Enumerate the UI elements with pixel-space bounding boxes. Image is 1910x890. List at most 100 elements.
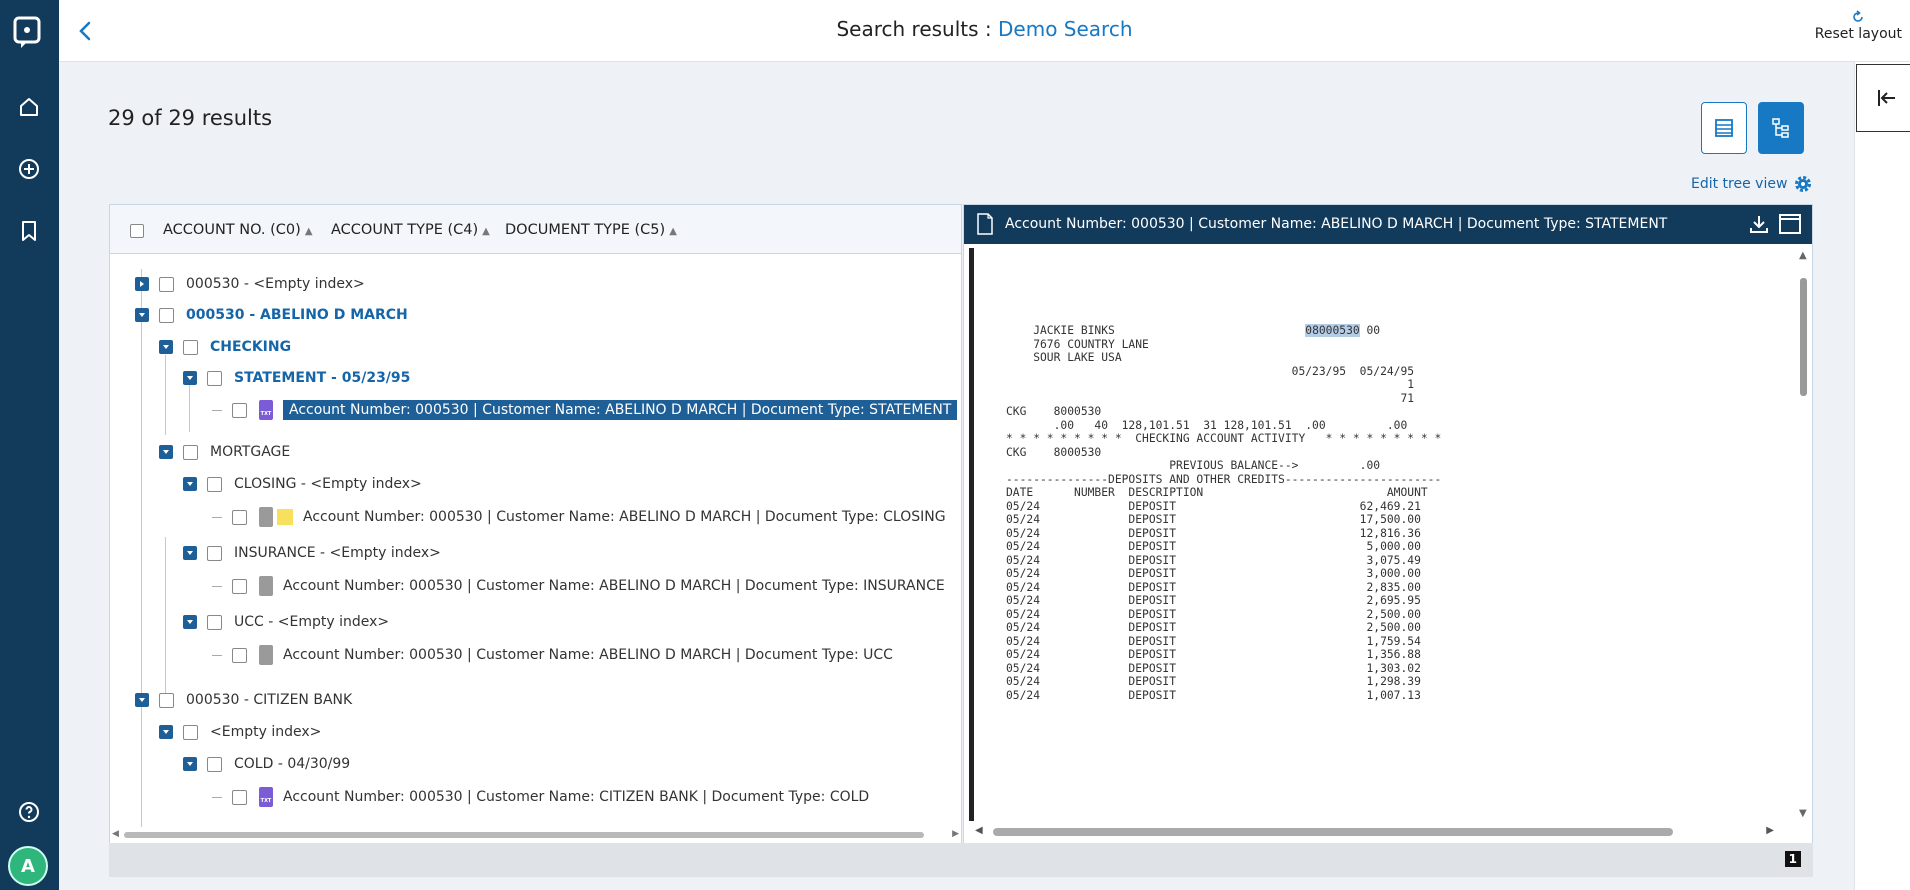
deposit-line: 05/24 DEPOSIT 1,298.39 <box>1006 675 1421 688</box>
column-header-account-no[interactable]: ACCOUNT NO. (C0) ▲ <box>163 222 313 238</box>
tree-node-label: 000530 - CITIZEN BANK <box>186 692 353 708</box>
statement-line: .00 40 128,101.51 31 128,101.51 .00 .00 <box>1006 418 1408 432</box>
statement-line: * * * * * * * * * CHECKING ACCOUNT ACTIV… <box>1006 432 1442 445</box>
deposit-line: 05/24 DEPOSIT 2,695.95 <box>1006 594 1421 607</box>
row-checkbox[interactable] <box>159 276 174 292</box>
scroll-down-arrow-icon[interactable]: ▼ <box>1799 808 1807 819</box>
help-icon[interactable] <box>17 800 41 824</box>
row-checkbox[interactable] <box>207 614 222 630</box>
tree-horizontal-scrollbar[interactable]: ◀ ▶ <box>110 827 961 843</box>
reset-layout-button[interactable]: Reset layout <box>1815 10 1902 42</box>
viewer-vertical-scrollbar[interactable]: ▲ ▼ <box>1796 248 1812 821</box>
row-checkbox[interactable] <box>232 647 247 663</box>
row-checkbox[interactable] <box>183 724 198 740</box>
document-label: Account Number: 000530 | Customer Name: … <box>283 400 958 420</box>
row-checkbox[interactable] <box>232 578 247 594</box>
statement-line: SOUR LAKE USA <box>1006 351 1122 364</box>
tree-node-label: COLD - 04/30/99 <box>234 756 351 772</box>
file-icon <box>259 645 273 665</box>
row-checkbox[interactable] <box>207 476 222 492</box>
expand-window-icon[interactable] <box>1778 213 1802 235</box>
tree-node[interactable]: 000530 - CITIZEN BANK <box>135 688 352 712</box>
search-name-link[interactable]: Demo Search <box>998 17 1133 41</box>
home-icon[interactable] <box>17 95 41 119</box>
scroll-left-arrow-icon[interactable]: ◀ <box>112 829 119 839</box>
tree-node[interactable]: COLD - 04/30/99 <box>183 752 350 776</box>
collapse-toggle-icon[interactable] <box>135 693 149 707</box>
edit-tree-view-link[interactable]: Edit tree view <box>1691 174 1813 194</box>
row-checkbox[interactable] <box>232 509 247 525</box>
tree-node[interactable]: UCC - <Empty index> <box>183 610 389 634</box>
collapse-toggle-icon[interactable] <box>159 445 173 459</box>
row-checkbox[interactable] <box>159 692 174 708</box>
collapse-toggle-icon[interactable] <box>159 340 173 354</box>
scrollbar-thumb[interactable] <box>1800 278 1807 396</box>
results-count: 29 of 29 results <box>108 106 273 130</box>
row-checkbox[interactable] <box>232 789 247 805</box>
collapse-toggle-icon[interactable] <box>183 615 197 629</box>
collapse-toggle-icon[interactable] <box>183 477 197 491</box>
viewer-title: Account Number: 000530 | Customer Name: … <box>1005 216 1668 232</box>
document-label: Account Number: 000530 | Customer Name: … <box>283 578 945 594</box>
collapse-toggle-icon[interactable] <box>159 725 173 739</box>
tree-node[interactable]: 000530 - ABELINO D MARCH <box>135 303 408 327</box>
collapse-toggle-icon[interactable] <box>135 308 149 322</box>
collapse-panel-button[interactable] <box>1856 64 1910 132</box>
bookmark-icon[interactable] <box>17 219 41 243</box>
list-view-button[interactable] <box>1701 102 1747 154</box>
file-icon <box>259 576 273 596</box>
scrollbar-thumb[interactable] <box>993 828 1673 836</box>
title-prefix: Search results : <box>836 17 999 41</box>
document-row[interactable]: Account Number: 000530 | Customer Name: … <box>212 785 869 809</box>
tree-node[interactable]: CHECKING <box>159 335 291 359</box>
statement-line: CKG 8000530 <box>1006 445 1102 459</box>
tree-node-label: CHECKING <box>210 339 292 355</box>
collapse-toggle-icon[interactable] <box>183 371 197 385</box>
user-avatar[interactable]: A <box>8 846 48 886</box>
tree-view-button[interactable] <box>1758 102 1804 154</box>
column-header-document-type[interactable]: DOCUMENT TYPE (C5) ▲ <box>505 222 677 238</box>
document-page: JACKIE BINKS 08000530 00 7676 COUNTRY LA… <box>969 248 1792 821</box>
collapse-left-icon <box>1877 90 1895 106</box>
tree-node[interactable]: <Empty index> <box>159 720 321 744</box>
statement-line: 1 <box>1006 378 1415 391</box>
tree-node[interactable]: 000530 - <Empty index> <box>135 272 365 296</box>
download-icon[interactable] <box>1748 213 1770 235</box>
viewer-horizontal-scrollbar[interactable]: ◀ ▶ <box>969 823 1792 839</box>
deposit-line: 05/24 DEPOSIT 12,816.36 <box>1006 526 1421 540</box>
logo-icon[interactable] <box>13 16 43 50</box>
row-checkbox[interactable] <box>183 444 198 460</box>
tree-node[interactable]: CLOSING - <Empty index> <box>183 472 422 496</box>
row-checkbox[interactable] <box>232 402 247 418</box>
scrollbar-thumb[interactable] <box>124 832 924 838</box>
column-header-account-type[interactable]: ACCOUNT TYPE (C4) ▲ <box>331 222 490 238</box>
row-checkbox[interactable] <box>207 756 222 772</box>
row-checkbox[interactable] <box>159 307 174 323</box>
select-all-checkbox[interactable] <box>130 224 144 238</box>
collapse-toggle-icon[interactable] <box>183 757 197 771</box>
scroll-right-arrow-icon[interactable]: ▶ <box>952 829 959 839</box>
scroll-up-arrow-icon[interactable]: ▲ <box>1799 250 1807 261</box>
scroll-left-arrow-icon[interactable]: ◀ <box>975 825 983 836</box>
tree-node[interactable]: STATEMENT - 05/23/95 <box>183 366 410 390</box>
tree-node[interactable]: MORTGAGE <box>159 440 290 464</box>
document-row[interactable]: Account Number: 000530 | Customer Name: … <box>212 643 893 667</box>
row-checkbox[interactable] <box>183 339 198 355</box>
expand-toggle-icon[interactable] <box>135 277 149 291</box>
row-checkbox[interactable] <box>207 370 222 386</box>
deposit-line: 05/24 DEPOSIT 2,500.00 <box>1006 607 1421 621</box>
gear-icon <box>1795 176 1812 192</box>
document-viewer: Account Number: 000530 | Customer Name: … <box>963 204 1813 844</box>
collapse-toggle-icon[interactable] <box>183 546 197 560</box>
scroll-right-arrow-icon[interactable]: ▶ <box>1766 825 1774 836</box>
document-row[interactable]: Account Number: 000530 | Customer Name: … <box>212 505 946 529</box>
page-title: Search results : Demo Search <box>59 17 1910 41</box>
document-row[interactable]: Account Number: 000530 | Customer Name: … <box>212 574 945 598</box>
page-indicator: 1 <box>1784 851 1801 867</box>
document-row-selected[interactable]: Account Number: 000530 | Customer Name: … <box>212 398 958 422</box>
tree-node[interactable]: INSURANCE - <Empty index> <box>183 541 441 565</box>
refresh-icon <box>1853 10 1864 22</box>
file-icon <box>259 507 273 527</box>
add-circle-icon[interactable] <box>17 157 41 181</box>
row-checkbox[interactable] <box>207 545 222 561</box>
